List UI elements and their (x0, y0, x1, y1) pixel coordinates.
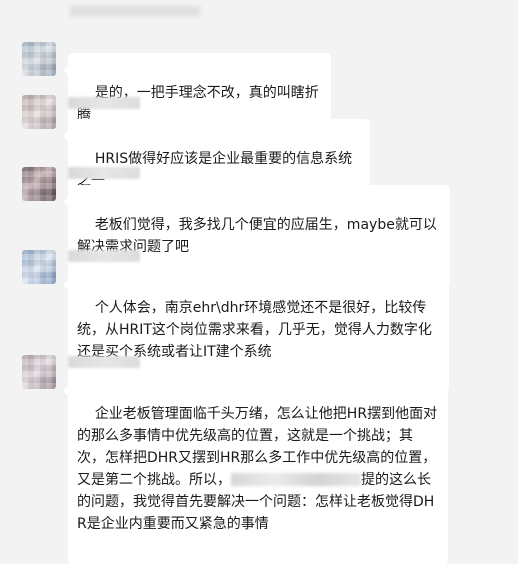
avatar[interactable] (22, 95, 56, 129)
sender-name (68, 356, 140, 368)
avatar[interactable] (22, 355, 56, 389)
sender-name (68, 97, 140, 109)
sender-name (68, 250, 140, 262)
redacted-text (231, 473, 361, 486)
avatar[interactable] (22, 42, 56, 76)
avatar[interactable] (22, 167, 56, 201)
avatar[interactable] (22, 250, 56, 284)
chat-window: 是的，一把手理念不改，真的叫瞎折腾 HRIS做得好应该是企业最重要的信息系统之一… (0, 0, 518, 564)
message-bubble: 企业老板管理面临千头万绪，怎么让他把HR摆到他面对的那么多事情中优先级高的位置，… (63, 374, 448, 564)
sender-name (68, 167, 140, 179)
redacted-header (70, 6, 200, 16)
message-text: 个人体会，南京ehr\dhr环境感觉还不是很好，比较传统，从HRIT这个岗位需求… (77, 300, 432, 360)
